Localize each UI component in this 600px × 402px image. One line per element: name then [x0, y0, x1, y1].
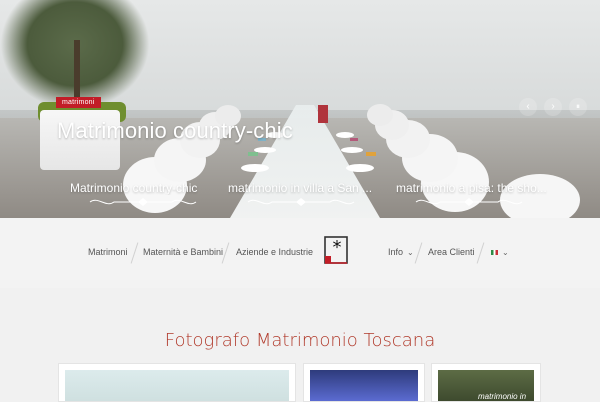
hero-slider[interactable]: matrimoni Matrimonio country-chic ‹ › ⏸ … — [0, 0, 600, 218]
nav-item-matrimoni[interactable]: Matrimoni — [88, 247, 128, 257]
nav-item-maternita-bambini[interactable]: Maternità e Bambini — [143, 247, 223, 257]
slider-thumb-3[interactable]: matrimonio a pisa: the sho... — [396, 181, 556, 211]
logo-asterisk: * — [333, 237, 342, 258]
gallery-card-image — [310, 370, 418, 401]
slider-prev-button[interactable]: ‹ — [519, 98, 537, 116]
nav-separator — [476, 242, 485, 264]
nav-separator — [414, 242, 423, 264]
gallery-card-2[interactable] — [303, 363, 425, 402]
nav-separator — [130, 242, 139, 264]
chevron-down-icon: ⌄ — [407, 248, 414, 257]
nav-item-area-clienti[interactable]: Area Clienti — [428, 247, 475, 257]
slider-thumb-2[interactable]: matrimonio in villa a San ... — [228, 181, 388, 211]
main-navigation: Matrimoni Maternità e Bambini Aziende e … — [0, 218, 600, 288]
slider-next-button[interactable]: › — [544, 98, 562, 116]
slider-thumbnails: Matrimonio country-chic matrimonio in vi… — [60, 181, 550, 211]
gallery-card-1[interactable] — [58, 363, 296, 402]
page-title: Fotografo Matrimonio Toscana — [164, 330, 436, 351]
language-selector[interactable]: ⌄ — [491, 247, 509, 257]
nav-item-info[interactable]: Info ⌄ — [388, 247, 414, 257]
nav-item-aziende-industrie[interactable]: Aziende e Industrie — [236, 247, 313, 257]
chevron-down-icon: ⌄ — [502, 248, 509, 257]
slider-thumb-1[interactable]: Matrimonio country-chic — [70, 181, 230, 211]
category-tag[interactable]: matrimoni — [56, 97, 101, 108]
nav-item-label: Info — [388, 247, 404, 257]
slider-thumb-label: matrimonio in villa a San ... — [228, 181, 373, 195]
hero-title[interactable]: Matrimonio country-chic — [57, 118, 293, 144]
italy-flag-icon — [491, 250, 498, 256]
ornament-divider-icon — [89, 198, 197, 206]
slider-thumb-label: Matrimonio country-chic — [70, 181, 198, 195]
site-logo[interactable]: * — [324, 236, 352, 264]
ornament-divider-icon — [247, 198, 355, 206]
gallery-card-3[interactable]: matrimonio in — [431, 363, 541, 402]
slider-thumb-label: matrimonio a pisa: the sho... — [396, 181, 547, 195]
gallery-card-image — [65, 370, 289, 401]
slider-pause-button[interactable]: ⏸ — [569, 98, 587, 116]
ornament-divider-icon — [415, 198, 523, 206]
